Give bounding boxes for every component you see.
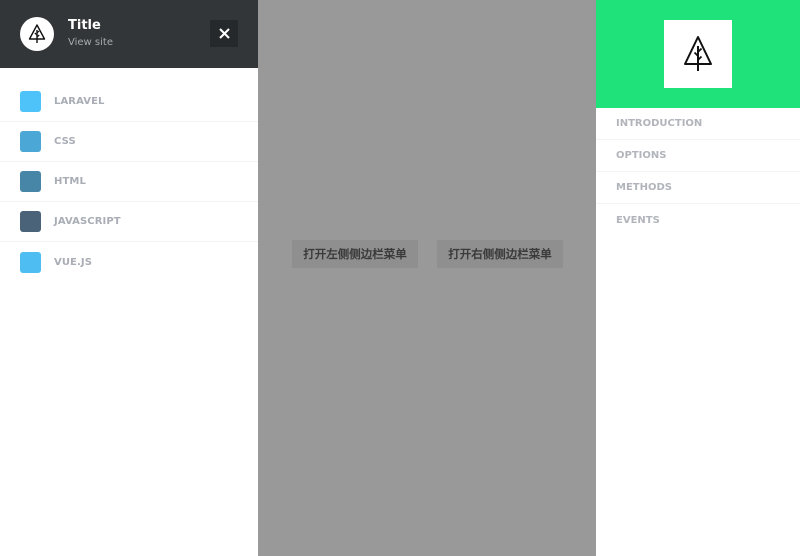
open-left-sidebar-button[interactable]: 打开左侧侧边栏菜单 [292, 240, 418, 268]
left-menu: LARAVEL CSS HTML JAVASCRIPT VUE.JS [0, 82, 258, 282]
color-swatch-icon [20, 211, 41, 232]
open-right-sidebar-button[interactable]: 打开右侧侧边栏菜单 [437, 240, 563, 268]
left-sidebar: Title View site LARAVEL CSS HTML JAVASCRIPT… [0, 0, 258, 556]
sidebar-item-label: HTML [54, 176, 86, 187]
left-sidebar-header: Title View site [0, 0, 258, 68]
sidebar-item-laravel[interactable]: LARAVEL [0, 82, 258, 122]
color-swatch-icon [20, 91, 41, 112]
right-sidebar: INTRODUCTION OPTIONS METHODS EVENTS [596, 0, 800, 556]
sidebar-item-html[interactable]: HTML [0, 162, 258, 202]
right-menu-item-events[interactable]: EVENTS [596, 204, 800, 236]
sidebar-item-label: CSS [54, 136, 76, 147]
color-swatch-icon [20, 251, 41, 273]
color-swatch-icon [20, 131, 41, 152]
right-logo [664, 20, 732, 88]
tree-icon [684, 36, 712, 71]
sidebar-item-javascript[interactable]: JAVASCRIPT [0, 202, 258, 242]
right-menu-item-options[interactable]: OPTIONS [596, 140, 800, 172]
right-menu-item-introduction[interactable]: INTRODUCTION [596, 108, 800, 140]
sidebar-item-label: LARAVEL [54, 96, 105, 107]
sidebar-item-css[interactable]: CSS [0, 122, 258, 162]
sidebar-item-label: JAVASCRIPT [54, 216, 121, 227]
tree-icon [28, 24, 46, 43]
sidebar-item-label: VUE.JS [54, 256, 93, 268]
sidebar-item-vuejs[interactable]: VUE.JS [0, 242, 258, 282]
right-sidebar-header [596, 0, 800, 108]
right-menu-item-methods[interactable]: METHODS [596, 172, 800, 204]
color-swatch-icon [20, 171, 41, 192]
close-button[interactable] [210, 20, 238, 47]
sidebar-title: Title [68, 18, 101, 33]
site-logo[interactable] [20, 17, 54, 51]
view-site-link[interactable]: View site [68, 36, 113, 50]
right-menu: INTRODUCTION OPTIONS METHODS EVENTS [596, 108, 800, 236]
close-icon [218, 28, 230, 39]
